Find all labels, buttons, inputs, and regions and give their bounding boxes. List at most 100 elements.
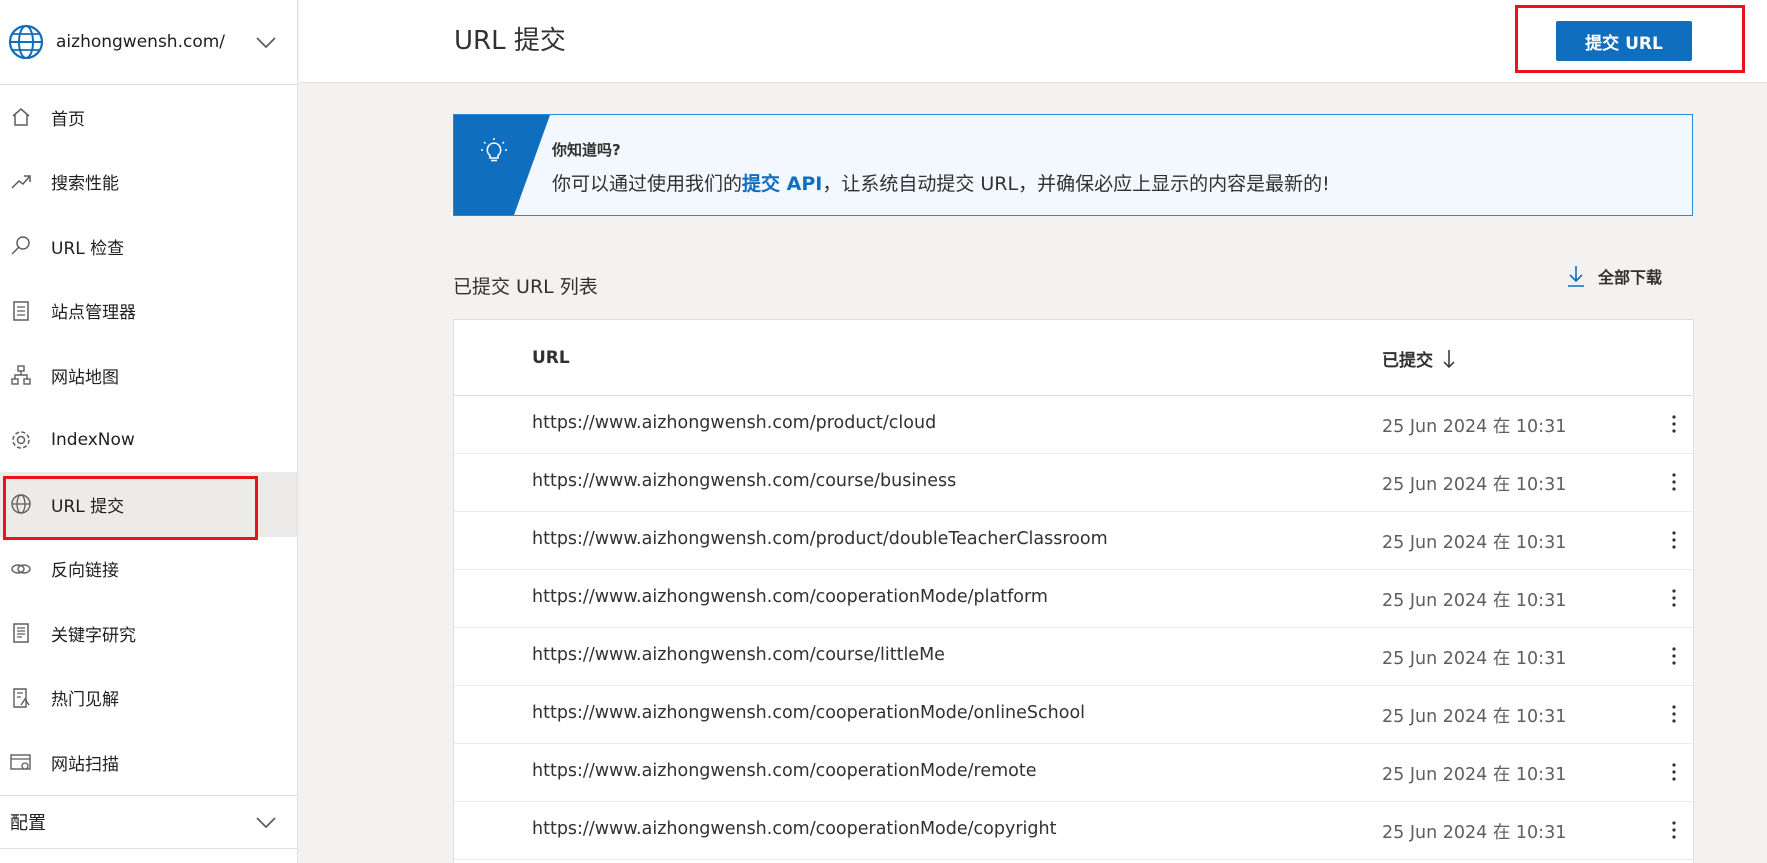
globe-icon xyxy=(8,24,44,60)
home-icon xyxy=(10,106,32,128)
row-date: 25 Jun 2024 在 10:31 xyxy=(1382,475,1567,495)
sidebar-item-home[interactable]: 首页 xyxy=(0,85,297,150)
more-options-button[interactable] xyxy=(1664,818,1684,842)
submit-url-highlight: 提交 URL xyxy=(1515,5,1745,73)
globe-icon xyxy=(10,493,32,515)
row-url: https://www.aizhongwensh.com/course/litt… xyxy=(532,645,945,665)
more-vertical-icon xyxy=(1672,705,1676,723)
lightbulb-icon xyxy=(481,138,507,162)
scan-icon xyxy=(10,751,32,773)
more-options-button[interactable] xyxy=(1664,470,1684,494)
insights-icon xyxy=(10,687,32,709)
table-row: https://www.aizhongwensh.com/cooperation… xyxy=(454,744,1693,802)
sidebar-item-label: IndexNow xyxy=(51,429,135,450)
submission-api-link[interactable]: 提交 API xyxy=(742,173,822,195)
config-section-toggle[interactable]: 配置 xyxy=(0,795,297,849)
table-header: URL 已提交 xyxy=(454,320,1693,396)
sidebar-item-url-submission[interactable]: URL 提交 xyxy=(0,472,297,540)
more-options-button[interactable] xyxy=(1664,528,1684,552)
row-url: https://www.aizhongwensh.com/cooperation… xyxy=(532,703,1086,723)
banner-text: 你可以通过使用我们的提交 API，让系统自动提交 URL，并确保必应上显示的内容… xyxy=(552,169,1330,196)
row-date: 25 Jun 2024 在 10:31 xyxy=(1382,649,1567,669)
table-row: https://www.aizhongwensh.com/cooperation… xyxy=(454,570,1693,628)
gear-icon xyxy=(10,429,32,451)
more-vertical-icon xyxy=(1672,531,1676,549)
sidebar-item-site-scan[interactable]: 网站扫描 xyxy=(0,730,297,795)
row-url: https://www.aizhongwensh.com/cooperation… xyxy=(532,761,1037,781)
sidebar-nav: 首页 搜索性能 URL 检查 站点管理器 网站地图 IndexNow URL 提… xyxy=(0,85,297,795)
site-name: aizhongwensh.com/ xyxy=(56,32,226,52)
more-vertical-icon xyxy=(1672,415,1676,433)
submitted-list-title: 已提交 URL 列表 xyxy=(453,276,598,298)
sidebar-item-search-performance[interactable]: 搜索性能 xyxy=(0,150,297,215)
row-date: 25 Jun 2024 在 10:31 xyxy=(1382,765,1567,785)
sidebar-item-site-explorer[interactable]: 站点管理器 xyxy=(0,279,297,344)
table-row: https://www.aizhongwensh.com/cooperation… xyxy=(454,802,1693,860)
sidebar-item-label: 网站扫描 xyxy=(51,754,119,775)
more-options-button[interactable] xyxy=(1664,702,1684,726)
page-title: URL 提交 xyxy=(454,26,566,56)
table-row: https://www.aizhongwensh.com/product/clo… xyxy=(454,396,1693,454)
banner-stripe xyxy=(454,115,550,215)
banner-text-after: ，让系统自动提交 URL，并确保必应上显示的内容是最新的! xyxy=(822,173,1330,195)
more-vertical-icon xyxy=(1672,647,1676,665)
more-options-button[interactable] xyxy=(1664,760,1684,784)
sidebar-item-label: 热门见解 xyxy=(51,690,119,711)
sidebar-item-label: 反向链接 xyxy=(51,561,119,582)
info-banner: 你知道吗? 你可以通过使用我们的提交 API，让系统自动提交 URL，并确保必应… xyxy=(453,114,1693,216)
row-date: 25 Jun 2024 在 10:31 xyxy=(1382,823,1567,843)
submit-url-button[interactable]: 提交 URL xyxy=(1556,21,1692,61)
chevron-down-icon xyxy=(256,817,276,829)
row-date: 25 Jun 2024 在 10:31 xyxy=(1382,591,1567,611)
sidebar-item-insights[interactable]: 热门见解 xyxy=(0,666,297,731)
sidebar-item-backlinks[interactable]: 反向链接 xyxy=(0,537,297,602)
sidebar-item-url-inspection[interactable]: URL 检查 xyxy=(0,214,297,279)
sidebar-item-label: URL 提交 xyxy=(51,496,125,517)
sidebar-item-label: 首页 xyxy=(51,109,85,130)
banner-text-before: 你可以通过使用我们的 xyxy=(552,173,743,195)
column-header-url: URL xyxy=(532,348,570,368)
row-date: 25 Jun 2024 在 10:31 xyxy=(1382,533,1567,553)
more-vertical-icon xyxy=(1672,821,1676,839)
table-row: https://www.aizhongwensh.com/course/busi… xyxy=(454,454,1693,512)
table-row: https://www.aizhongwensh.com/cooperation… xyxy=(454,686,1693,744)
sidebar-item-label: 搜索性能 xyxy=(51,174,119,195)
column-header-submitted[interactable]: 已提交 xyxy=(1382,346,1457,371)
sidebar-item-label: URL 检查 xyxy=(51,238,125,259)
chevron-down-icon xyxy=(256,37,276,49)
trend-icon xyxy=(10,171,32,193)
sidebar-item-label: 关键字研究 xyxy=(51,625,136,646)
row-url: https://www.aizhongwensh.com/product/dou… xyxy=(532,529,1108,549)
sort-down-icon xyxy=(1443,349,1455,368)
row-url: https://www.aizhongwensh.com/cooperation… xyxy=(532,587,1048,607)
page-header: URL 提交 提交 URL xyxy=(299,0,1767,83)
sidebar: aizhongwensh.com/ 首页 搜索性能 URL 检查 站点管理器 网… xyxy=(0,0,298,863)
sidebar-item-label: 网站地图 xyxy=(51,367,119,388)
row-date: 25 Jun 2024 在 10:31 xyxy=(1382,707,1567,727)
search-icon xyxy=(10,235,32,257)
table-row: https://www.aizhongwensh.com/product/dou… xyxy=(454,512,1693,570)
checklist-icon xyxy=(10,300,32,322)
config-label: 配置 xyxy=(10,813,46,834)
submitted-url-table: URL 已提交 https://www.aizhongwensh.com/pro… xyxy=(453,319,1694,863)
column-header-submitted-label: 已提交 xyxy=(1382,351,1433,371)
site-selector[interactable]: aizhongwensh.com/ xyxy=(0,0,297,85)
download-all-button[interactable]: 全部下载 xyxy=(1566,264,1662,288)
row-date: 25 Jun 2024 在 10:31 xyxy=(1382,417,1567,437)
sidebar-item-sitemaps[interactable]: 网站地图 xyxy=(0,343,297,408)
more-vertical-icon xyxy=(1672,763,1676,781)
sidebar-item-keyword-research[interactable]: 关键字研究 xyxy=(0,601,297,666)
more-vertical-icon xyxy=(1672,589,1676,607)
table-row: https://www.aizhongwensh.com/course/litt… xyxy=(454,628,1693,686)
more-options-button[interactable] xyxy=(1664,412,1684,436)
more-options-button[interactable] xyxy=(1664,644,1684,668)
link-icon xyxy=(10,558,32,580)
row-url: https://www.aizhongwensh.com/course/busi… xyxy=(532,471,957,491)
more-options-button[interactable] xyxy=(1664,586,1684,610)
document-icon xyxy=(10,622,32,644)
download-all-label: 全部下载 xyxy=(1598,268,1663,287)
download-icon xyxy=(1568,266,1584,287)
sitemap-icon xyxy=(10,364,32,386)
more-vertical-icon xyxy=(1672,473,1676,491)
sidebar-item-indexnow[interactable]: IndexNow xyxy=(0,408,297,473)
